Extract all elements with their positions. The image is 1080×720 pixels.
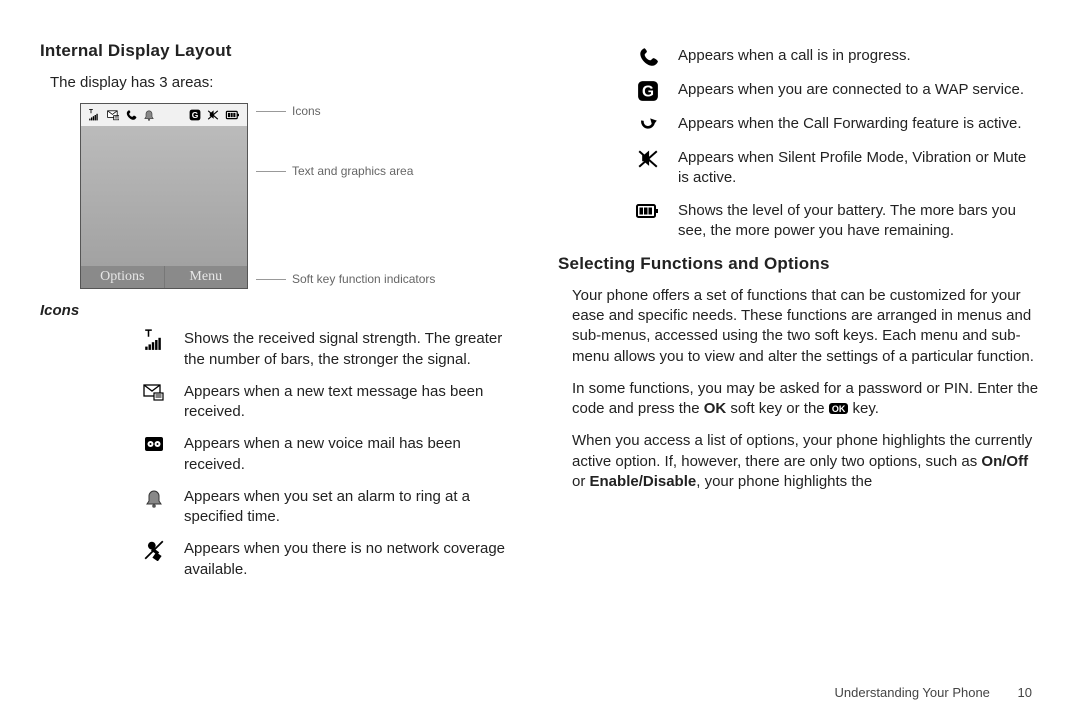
right-column: Appears when a call is in progress. Appe…	[558, 40, 1040, 700]
desc-alarm: Appears when you set an alarm to ring at…	[184, 487, 522, 528]
desc-silent: Appears when Silent Profile Mode, Vibrat…	[678, 148, 1040, 189]
row-forward: Appears when the Call Forwarding feature…	[634, 114, 1040, 136]
call-icon	[125, 109, 137, 121]
msg-icon	[107, 109, 119, 121]
page-footer: Understanding Your Phone 10	[835, 684, 1033, 702]
row-battery: Shows the level of your battery. The mor…	[634, 201, 1040, 242]
alarm-icon	[143, 109, 155, 121]
alarm-icon	[144, 487, 164, 509]
signal-icon	[87, 109, 101, 121]
page-number: 10	[1018, 685, 1032, 700]
heading-layout: Internal Display Layout	[40, 40, 522, 63]
silent-icon	[637, 148, 659, 170]
para-3: When you access a list of options, your …	[572, 431, 1040, 492]
softkey-right: Menu	[165, 266, 248, 288]
call-icon	[637, 46, 659, 68]
wap-icon	[637, 80, 659, 102]
row-voicemail: Appears when a new voice mail has been r…	[140, 434, 522, 475]
desc-voicemail: Appears when a new voice mail has been r…	[184, 434, 522, 475]
para-2: In some functions, you may be asked for …	[572, 379, 1040, 420]
callout-graphics: Text and graphics area	[292, 163, 413, 179]
callout-icons: Icons	[292, 103, 321, 119]
callout-softkeys: Soft key function indicators	[292, 271, 435, 287]
wap-icon	[189, 109, 201, 121]
left-column: Internal Display Layout The display has …	[40, 40, 522, 700]
phone-graphics-area	[81, 126, 247, 266]
desc-forward: Appears when the Call Forwarding feature…	[678, 114, 1040, 134]
para-1: Your phone offers a set of functions tha…	[572, 286, 1040, 367]
intro-text: The display has 3 areas:	[50, 73, 522, 93]
row-nocoverage: Appears when you there is no network cov…	[140, 539, 522, 580]
phone-screen: Options Menu	[80, 103, 248, 289]
signal-icon	[143, 329, 165, 351]
desc-call: Appears when a call is in progress.	[678, 46, 1040, 66]
row-message: Appears when a new text message has been…	[140, 382, 522, 423]
desc-signal: Shows the received signal strength. The …	[184, 329, 522, 370]
row-alarm: Appears when you set an alarm to ring at…	[140, 487, 522, 528]
msg-icon	[142, 382, 166, 402]
desc-battery: Shows the level of your battery. The mor…	[678, 201, 1040, 242]
silent-icon	[207, 109, 219, 121]
battery-icon	[635, 201, 661, 221]
desc-nocoverage: Appears when you there is no network cov…	[184, 539, 522, 580]
fwd-icon	[637, 114, 659, 136]
phone-status-bar	[81, 104, 247, 126]
desc-wap: Appears when you are connected to a WAP …	[678, 80, 1040, 100]
footer-section: Understanding Your Phone	[835, 685, 990, 700]
phone-softkeys: Options Menu	[81, 266, 247, 288]
nocov-icon	[143, 539, 165, 561]
heading-selecting: Selecting Functions and Options	[558, 253, 1040, 276]
ok-pill-icon: OK	[829, 403, 849, 414]
softkey-left: Options	[81, 266, 165, 288]
row-call: Appears when a call is in progress.	[634, 46, 1040, 68]
phone-callouts: Icons Text and graphics area Soft key fu…	[256, 103, 435, 287]
vmail-icon	[143, 434, 165, 454]
row-signal: Shows the received signal strength. The …	[140, 329, 522, 370]
desc-message: Appears when a new text message has been…	[184, 382, 522, 423]
row-wap: Appears when you are connected to a WAP …	[634, 80, 1040, 102]
phone-diagram: Options Menu Icons Text and graphics are…	[80, 103, 522, 289]
battery-icon	[225, 109, 241, 121]
subheading-icons: Icons	[40, 301, 522, 321]
row-silent: Appears when Silent Profile Mode, Vibrat…	[634, 148, 1040, 189]
